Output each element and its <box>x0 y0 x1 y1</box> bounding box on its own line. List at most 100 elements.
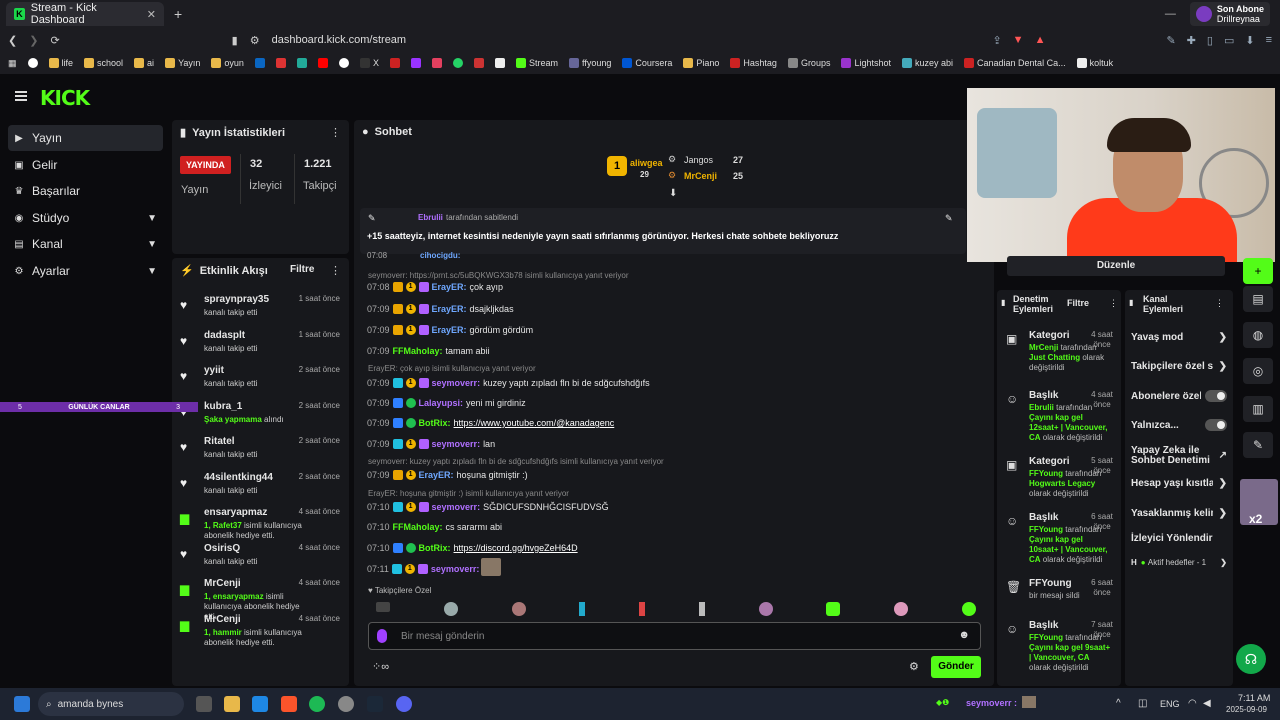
volume-icon[interactable]: ◀ <box>1203 698 1211 709</box>
download-icon[interactable]: ⬇ <box>1245 34 1254 47</box>
event-user[interactable]: yyiit <box>204 365 224 376</box>
event-user[interactable]: Ritatel <box>204 436 235 447</box>
windows-start-icon[interactable] <box>14 696 30 712</box>
emote-only-toggle[interactable] <box>1205 419 1227 431</box>
message-user[interactable]: FFMaholay: <box>393 346 443 356</box>
clipboard-icon[interactable]: ▤ <box>1243 286 1273 312</box>
message-user[interactable]: BotRix: <box>419 418 451 428</box>
moderation-filter-button[interactable]: Filtre <box>1067 298 1089 308</box>
flag-emote-icon[interactable] <box>698 602 705 616</box>
message-user[interactable]: Lalayupsi: <box>419 398 464 408</box>
wallet-icon[interactable]: ▭ <box>1224 34 1234 47</box>
activity-filter-button[interactable]: Filtre <box>290 264 314 275</box>
bookmark-item[interactable] <box>275 58 286 68</box>
clock-time[interactable]: 7:11 AM <box>1238 693 1270 703</box>
message-user[interactable]: ErayER: <box>432 282 467 292</box>
more-options-icon[interactable]: ⋮ <box>1215 298 1224 309</box>
send-button[interactable]: Gönder <box>931 656 981 678</box>
emote-icon[interactable] <box>443 602 458 616</box>
message-user[interactable]: seymoverr: <box>432 439 481 449</box>
more-options-icon[interactable]: ⋮ <box>1109 298 1118 309</box>
broadcast-signal-icon[interactable]: ◎ <box>1243 358 1273 384</box>
bookmark-item[interactable]: Coursera <box>622 58 672 68</box>
spotify-icon[interactable] <box>309 696 325 712</box>
expand-leaderboard-icon[interactable]: ⬇ <box>669 188 677 199</box>
event-user[interactable]: OsirisQ <box>204 543 240 554</box>
photos-icon[interactable] <box>252 696 268 712</box>
bookmark-item[interactable] <box>452 58 463 68</box>
new-tab-button[interactable]: + <box>174 6 182 22</box>
bookmark-icon[interactable]: ▮ <box>232 34 238 47</box>
bookmark-item[interactable] <box>473 58 484 68</box>
unpin-icon[interactable]: ✎ <box>945 213 953 224</box>
bookmark-item[interactable] <box>431 58 442 68</box>
message-user[interactable]: seymoverr: <box>432 502 481 512</box>
bookmark-item[interactable]: Yayın <box>165 58 200 68</box>
bookmark-item[interactable]: ffyoung <box>568 58 611 68</box>
chat-input-box[interactable]: Bir mesaj gönderin ☻ <box>368 622 981 650</box>
bookmark-item[interactable] <box>254 58 265 68</box>
bookmark-item[interactable]: Piano <box>683 58 719 68</box>
sidebar-toggle-icon[interactable]: ▯ <box>1207 34 1213 47</box>
bookmark-item[interactable]: kuzey abi <box>901 58 953 68</box>
camera-edit-button[interactable]: Düzenle <box>1007 256 1225 276</box>
sidebar-item-gelir[interactable]: ▣ Gelir <box>8 152 163 178</box>
message-user[interactable]: ErayER: <box>432 325 467 335</box>
back-icon[interactable]: ❮ <box>8 34 17 47</box>
discord-icon[interactable] <box>396 696 412 712</box>
message-user[interactable]: BotRix: <box>419 543 451 553</box>
hamburger-menu-icon[interactable] <box>15 91 27 101</box>
network-icon[interactable]: ◫ <box>1138 698 1147 709</box>
puzzle-icon[interactable]: ✚ <box>1187 34 1196 47</box>
message-link[interactable]: https://discord.gg/hvgeZeH64D <box>454 543 578 553</box>
bookmark-item[interactable]: Hashtag <box>730 58 777 68</box>
sidebar-item-studyo[interactable]: ◉ Stüdyo ▼ <box>8 205 163 231</box>
message-user[interactable]: seymoverr: <box>431 564 480 574</box>
message-user[interactable]: ErayER: <box>419 470 454 480</box>
bookmark-item[interactable]: X <box>359 58 379 68</box>
emote-icon[interactable] <box>758 602 773 616</box>
bookmark-item[interactable] <box>389 58 400 68</box>
reload-icon[interactable]: ⟳ <box>50 34 59 47</box>
message-user[interactable]: seymoverr: <box>432 378 481 388</box>
flag-emote-icon[interactable] <box>579 602 586 616</box>
subscribers-only-item[interactable]: Abonelere özel <box>1131 390 1227 402</box>
chat-input-placeholder[interactable]: Bir mesaj gönderin <box>401 631 484 642</box>
bookmark-item[interactable] <box>338 58 349 68</box>
more-options-icon[interactable]: ⋮ <box>330 126 341 139</box>
bookmark-item[interactable] <box>296 58 307 68</box>
url-field[interactable]: dashboard.kick.com/stream <box>272 34 407 46</box>
bookmark-item[interactable]: ai <box>134 58 154 68</box>
banned-words-item[interactable]: Yasaklanmış kelimeler ❯ <box>1131 508 1227 519</box>
brave-icon[interactable] <box>281 696 297 712</box>
menu-icon[interactable]: ≡ <box>1266 34 1272 47</box>
gear-icon[interactable]: ⚙ <box>909 660 919 673</box>
message-user[interactable]: ErayER: <box>432 304 467 314</box>
app-icon[interactable] <box>338 696 354 712</box>
tab-close-icon[interactable]: ✕ <box>147 8 156 21</box>
minimize-icon[interactable]: — <box>1165 8 1176 20</box>
event-user[interactable]: MrCenji <box>204 614 241 625</box>
emote-only-item[interactable]: Yalnızca... <box>1131 419 1227 431</box>
bookmark-item[interactable]: Lightshot <box>841 58 891 68</box>
emoji-icon[interactable]: ☻ <box>958 629 970 641</box>
browser-tab[interactable]: K Stream - Kick Dashboard ✕ <box>6 2 164 26</box>
tray-chevron-icon[interactable]: ^ <box>1116 698 1121 709</box>
event-user[interactable]: 44silentking44 <box>204 472 273 483</box>
chat-bubble-icon[interactable]: ◍ <box>1243 322 1273 348</box>
share-icon[interactable]: ⇪ <box>992 34 1001 47</box>
event-user[interactable]: dadasplt <box>204 330 245 341</box>
taskbar-search[interactable]: ⌕ amanda bynes <box>38 692 184 716</box>
flag-emote-icon[interactable] <box>639 602 646 616</box>
wrench-icon[interactable]: ✎ <box>1243 432 1273 458</box>
account-age-item[interactable]: Hesap yaşı kısıtlaması ❯ <box>1131 478 1227 489</box>
subscribers-only-toggle[interactable] <box>1205 390 1227 402</box>
add-widget-icon[interactable]: + <box>1243 258 1273 284</box>
emote-icon[interactable] <box>376 602 390 612</box>
slow-mode-item[interactable]: Yavaş mod ❯ <box>1131 332 1227 343</box>
event-user[interactable]: ensaryapmaz <box>204 507 267 518</box>
rewards-icon[interactable]: ▲ <box>1035 34 1046 47</box>
sidebar-item-yayin[interactable]: ▶ Yayın <box>8 125 163 151</box>
forward-icon[interactable]: ❯ <box>29 34 38 47</box>
mic-icon[interactable] <box>377 629 387 643</box>
